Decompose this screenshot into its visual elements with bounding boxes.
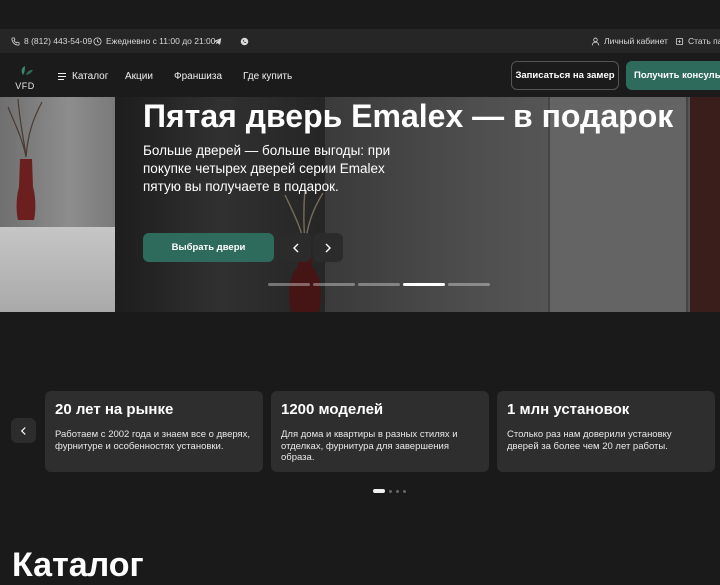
telegram-link[interactable] <box>213 29 222 53</box>
chevron-left-icon <box>293 243 299 252</box>
working-hours: Ежедневно с 11:00 до 21:00 <box>93 29 216 53</box>
hours-text: Ежедневно с 11:00 до 21:00 <box>106 36 216 46</box>
phone-number: 8 (812) 443-54-09 <box>24 36 93 46</box>
hero-slide-dot[interactable] <box>268 283 310 286</box>
phone-icon <box>11 36 20 46</box>
stats-page-dot[interactable] <box>396 489 399 493</box>
nav-franchise[interactable]: Франшиза <box>174 53 222 99</box>
catalog-heading: Каталог <box>12 546 144 584</box>
nav-catalog-label: Каталог <box>72 70 109 82</box>
leaf-logo-icon <box>21 66 33 75</box>
consult-button[interactable]: Получить консульта <box>626 61 720 90</box>
hero-slide-dot[interactable] <box>358 283 400 286</box>
hero-image-marble <box>0 227 115 312</box>
measure-button[interactable]: Записаться на замер <box>511 61 619 90</box>
whatsapp-icon <box>240 37 249 45</box>
phone-link[interactable]: 8 (812) 443-54-09 <box>11 29 92 53</box>
nav-catalog[interactable]: Каталог <box>58 53 108 99</box>
stats-pagination <box>373 489 406 493</box>
stats-page-dot[interactable] <box>389 489 392 493</box>
account-label: Личный кабинет <box>604 36 668 46</box>
stat-card-text: Столько раз нам доверили установку двере… <box>507 429 672 452</box>
nav-where-to-buy[interactable]: Где купить <box>243 53 292 99</box>
choose-doors-button[interactable]: Выбрать двери <box>143 233 274 262</box>
hero-title: Пятая дверь Emalex — в подарок <box>143 98 674 134</box>
whatsapp-link[interactable] <box>240 29 249 53</box>
account-link[interactable]: Личный кабинет <box>591 29 668 53</box>
partner-label: Стать пар <box>688 36 720 46</box>
logo[interactable]: VFD <box>12 63 38 91</box>
stats-prev-button[interactable] <box>11 418 36 443</box>
logo-text: VFD <box>15 81 35 91</box>
stat-card: 1200 моделей Для дома и квартиры в разны… <box>271 391 489 472</box>
top-info-bar: 8 (812) 443-54-09 Ежедневно с 11:00 до 2… <box>0 29 720 53</box>
hero-prev-button[interactable] <box>281 233 311 262</box>
nav-where-to-buy-label: Где купить <box>243 70 293 82</box>
user-icon <box>591 37 600 45</box>
hero-slide-dot[interactable] <box>403 283 445 286</box>
stats-page-dot[interactable] <box>373 489 385 493</box>
hero-slide-dot[interactable] <box>448 283 490 286</box>
stats-page-dot[interactable] <box>403 489 406 493</box>
nav-promotions-label: Акции <box>125 70 153 82</box>
stat-card-text: Работаем с 2002 года и знаем все о дверя… <box>55 429 251 452</box>
hero-pagination <box>268 283 490 286</box>
stat-card-title: 1 млн установок <box>507 401 630 418</box>
chevron-left-icon <box>20 426 26 435</box>
clock-icon <box>93 36 102 46</box>
stat-card: 1 млн установок Столько раз нам доверили… <box>497 391 715 472</box>
telegram-icon <box>213 37 222 45</box>
stat-card: 20 лет на рынке Работаем с 2002 года и з… <box>45 391 263 472</box>
partner-link[interactable]: Стать пар <box>675 29 720 53</box>
stat-card-title: 1200 моделей <box>281 401 384 418</box>
stat-card-title: 20 лет на рынке <box>55 401 174 418</box>
chevron-right-icon <box>325 243 331 252</box>
menu-icon <box>58 72 66 80</box>
hero-slide-dot[interactable] <box>313 283 355 286</box>
nav-franchise-label: Франшиза <box>174 70 223 82</box>
partner-icon <box>675 37 684 45</box>
hero-banner: Пятая дверь Emalex — в подарок Больше дв… <box>0 97 720 312</box>
vase-left-image <box>7 98 43 220</box>
hero-next-button[interactable] <box>313 233 343 262</box>
nav-promotions[interactable]: Акции <box>125 53 153 99</box>
hero-description: Больше дверей — больше выгоды: при покуп… <box>143 143 391 194</box>
stat-card-text: Для дома и квартиры в разных стилях и от… <box>281 429 458 463</box>
